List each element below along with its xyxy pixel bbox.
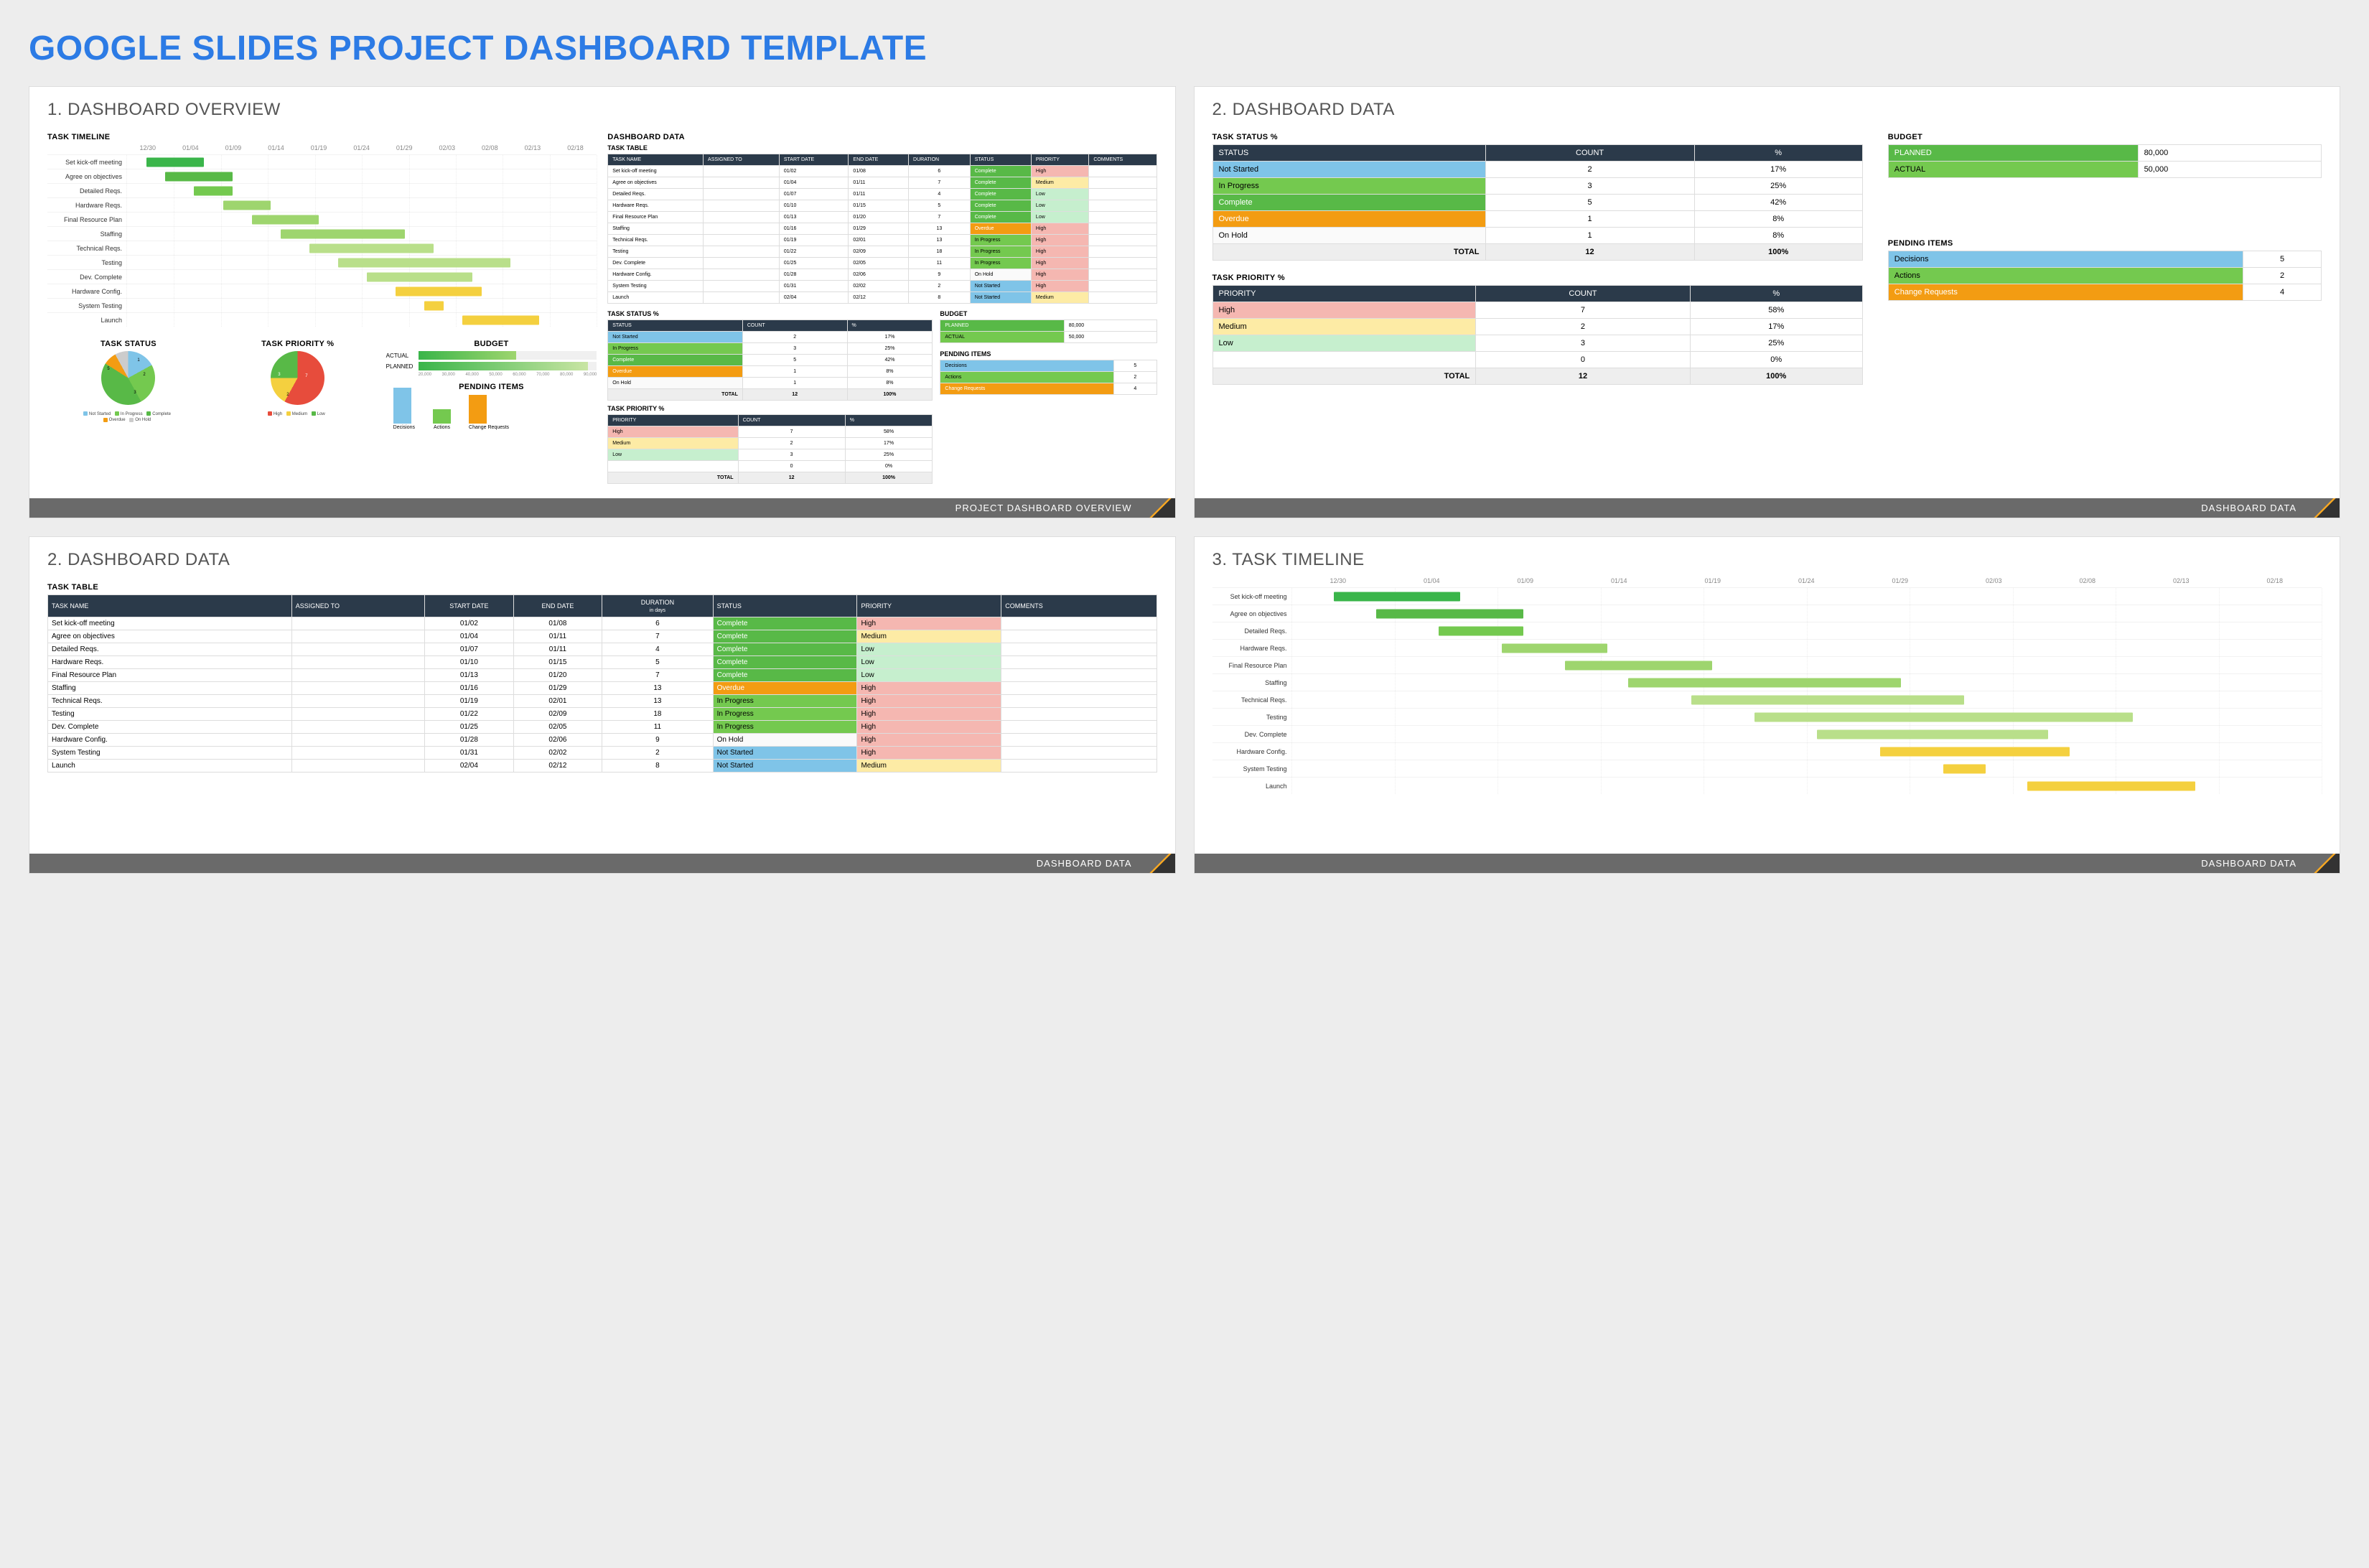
pie-task-status: 5 1 2 3 — [101, 351, 155, 405]
gantt-bar — [1565, 661, 1712, 670]
heading-task-status-pct: TASK STATUS % — [1212, 133, 1863, 141]
task-status-table: STATUSCOUNT%Not Started217%In Progress32… — [1212, 144, 1863, 261]
table-row: Technical Reqs. 01/1902/0113 In Progress… — [48, 695, 1157, 708]
panel-footer: DASHBOARD DATA — [29, 854, 1175, 873]
mini-budget-table: PLANNED80,000ACTUAL50,000 — [940, 319, 1157, 343]
panel-footer: PROJECT DASHBOARD OVERVIEW — [29, 498, 1175, 518]
section-task-timeline: TASK TIMELINE — [47, 133, 597, 141]
panel-task-timeline: 3. TASK TIMELINE 12/3001/0401/0901/1401/… — [1194, 536, 2341, 874]
table-row: Launch 02/0402/128 Not Started Medium — [48, 760, 1157, 773]
gantt-bar — [462, 315, 539, 325]
heading-pending: PENDING ITEMS — [1888, 239, 2322, 248]
table-row: Set kick-off meeting 01/0201/086 Complet… — [48, 617, 1157, 630]
heading-task-priority-pct: TASK PRIORITY % — [1212, 274, 1863, 282]
table-row: Detailed Reqs. 01/0701/114 Complete Low — [48, 643, 1157, 656]
mini-priority-pct-table: PRIORITYCOUNT%High758%Medium217%Low325%0… — [607, 414, 933, 484]
gantt-bar — [281, 229, 406, 238]
table-row: Testing 01/2202/0918 In Progress High — [48, 708, 1157, 721]
gantt-bar — [1691, 695, 1965, 704]
gantt-bar — [1502, 643, 1607, 653]
legend-priority: High Medium Low — [217, 411, 379, 417]
gantt-bar — [165, 172, 232, 181]
legend-status: Not Started In Progress Complete Overdue… — [47, 411, 210, 424]
budget-table: PLANNED80,000ACTUAL50,000 — [1888, 144, 2322, 178]
section-dashboard-data: DASHBOARD DATA — [607, 133, 1157, 141]
pending-bars: Decisions Actions Change Requests — [386, 394, 597, 430]
gantt-bar — [309, 243, 434, 253]
gantt-bar — [1439, 626, 1523, 635]
task-priority-table: PRIORITYCOUNT%High758%Medium217%Low325%0… — [1212, 285, 1863, 385]
gantt-bar — [146, 157, 204, 167]
gantt-bar — [194, 186, 232, 195]
gantt-bar — [1334, 592, 1460, 601]
section-pending: PENDING ITEMS — [386, 383, 597, 391]
panel-dashboard-data-tasktable: 2. DASHBOARD DATA TASK TABLE TASK NAMEAS… — [29, 536, 1176, 874]
heading-task-table: TASK TABLE — [47, 583, 1157, 592]
gantt-bar — [252, 215, 319, 224]
gantt-bar — [338, 258, 510, 267]
gantt-bar — [1880, 747, 2069, 756]
mini-pending-table: Decisions5Actions2Change Requests4 — [940, 360, 1157, 395]
heading-budget: BUDGET — [1888, 133, 2322, 141]
table-row: Final Resource Plan 01/1301/207 Complete… — [48, 669, 1157, 682]
task-table: TASK NAMEASSIGNED TOSTART DATEEND DATEDU… — [47, 594, 1157, 773]
mini-task-table: TASK NAMEASSIGNED TOSTART DATEEND DATEDU… — [607, 154, 1157, 304]
panel-title: 2. DASHBOARD DATA — [1195, 87, 2340, 127]
gantt-bar — [1943, 764, 1986, 773]
section-budget: BUDGET — [386, 340, 597, 348]
gantt-bar — [223, 200, 271, 210]
gantt-bar — [1817, 729, 2048, 739]
table-row: Staffing 01/1601/2913 Overdue High — [48, 682, 1157, 695]
section-task-status: TASK STATUS — [47, 340, 210, 348]
table-row: Dev. Complete 01/2502/0511 In Progress H… — [48, 721, 1157, 734]
table-row: System Testing 01/3102/022 Not Started H… — [48, 747, 1157, 760]
mini-gantt: 12/3001/0401/0901/1401/1901/2401/2902/03… — [47, 144, 597, 327]
gantt-bar — [1754, 712, 2133, 722]
gantt-bar — [1628, 678, 1902, 687]
gantt-bar — [2027, 781, 2195, 790]
panel-title: 1. DASHBOARD OVERVIEW — [29, 87, 1175, 127]
pending-items-table: Decisions5Actions2Change Requests4 — [1888, 251, 2322, 301]
panel-dashboard-overview: 1. DASHBOARD OVERVIEW TASK TIMELINE 12/3… — [29, 86, 1176, 518]
task-timeline-gantt: 12/3001/0401/0901/1401/1901/2401/2902/03… — [1212, 577, 2322, 794]
gantt-bar — [1376, 609, 1523, 618]
table-row: Hardware Config. 01/2802/069 On Hold Hig… — [48, 734, 1157, 747]
section-task-priority: TASK PRIORITY % — [217, 340, 379, 348]
page-title: GOOGLE SLIDES PROJECT DASHBOARD TEMPLATE — [29, 29, 2340, 68]
gantt-bar — [367, 272, 472, 281]
panel-title: 2. DASHBOARD DATA — [29, 537, 1175, 577]
gantt-bar — [396, 286, 482, 296]
panel-dashboard-data-summary: 2. DASHBOARD DATA TASK STATUS % STATUSCO… — [1194, 86, 2341, 518]
pie-task-priority: 7 2 3 — [271, 351, 324, 405]
budget-axis: 20,00030,00040,00050,00060,00070,00080,0… — [386, 373, 597, 377]
mini-status-pct-table: STATUSCOUNT%Not Started217%In Progress32… — [607, 319, 933, 401]
gantt-bar — [424, 301, 444, 310]
table-row: Hardware Reqs. 01/1001/155 Complete Low — [48, 656, 1157, 669]
panel-footer: DASHBOARD DATA — [1195, 498, 2340, 518]
panel-footer: DASHBOARD DATA — [1195, 854, 2340, 873]
panel-title: 3. TASK TIMELINE — [1195, 537, 2340, 577]
table-row: Agree on objectives 01/0401/117 Complete… — [48, 630, 1157, 643]
